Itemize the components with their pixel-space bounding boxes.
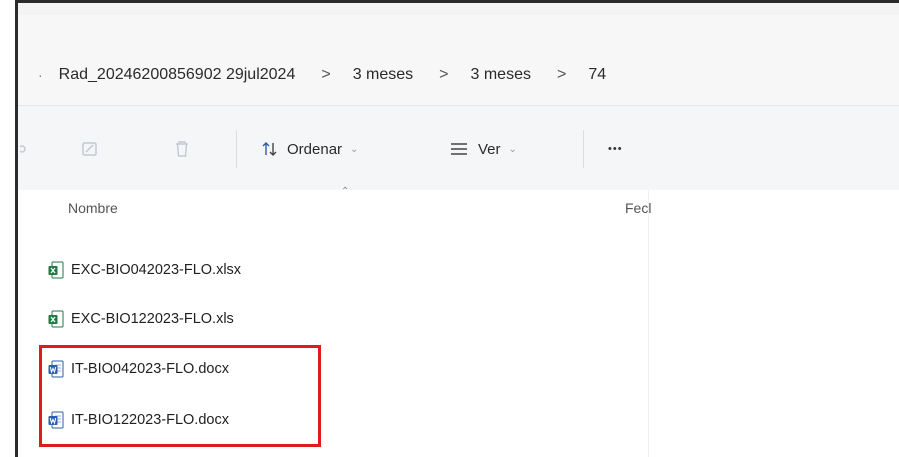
breadcrumb-item-rad[interactable]: Rad_20246200856902 29jul2024 [59, 66, 296, 84]
list-item[interactable]: EXC-BIO042023-FLO.xlsx [48, 258, 241, 282]
share-icon[interactable] [20, 136, 30, 162]
breadcrumb: · Rad_20246200856902 29jul2024 > 3 meses… [38, 63, 606, 87]
rename-icon[interactable] [80, 136, 100, 162]
breadcrumb-separator[interactable]: > [321, 66, 330, 84]
file-name: EXC-BIO042023-FLO.xlsx [71, 262, 242, 278]
breadcrumb-item-74[interactable]: 74 [588, 66, 606, 84]
title-strip [18, 3, 899, 15]
column-header-date[interactable]: Fecl [625, 200, 651, 216]
toolbar-divider [236, 130, 237, 168]
delete-icon[interactable] [173, 136, 191, 162]
list-item[interactable]: EXC-BIO122023-FLO.xls [48, 307, 234, 331]
breadcrumb-item-3-meses-sub[interactable]: 3 meses [471, 66, 531, 84]
column-divider[interactable] [648, 190, 649, 457]
sort-icon [262, 142, 277, 156]
chevron-down-icon: ⌄ [508, 143, 517, 155]
sort-ascending-icon: ⌃ [341, 186, 350, 197]
command-bar: Ordenar ⌄ Ver ⌄ ••• [18, 105, 899, 191]
view-button[interactable]: Ver ⌄ [450, 136, 517, 162]
file-name: EXC-BIO122023-FLO.xls [71, 311, 234, 327]
toolbar-divider [583, 130, 584, 168]
breadcrumb-separator[interactable]: > [439, 66, 448, 84]
breadcrumb-lead: · [38, 67, 43, 83]
excel-icon [48, 310, 64, 328]
sort-button[interactable]: Ordenar ⌄ [261, 136, 358, 162]
highlight-box [39, 345, 321, 447]
more-options-button[interactable]: ••• [608, 136, 623, 162]
view-icon [451, 143, 467, 155]
address-bar: · Rad_20246200856902 29jul2024 > 3 meses… [18, 15, 899, 105]
excel-icon [48, 261, 64, 279]
breadcrumb-item-3-meses[interactable]: 3 meses [353, 66, 413, 84]
column-header-name[interactable]: Nombre [68, 200, 118, 216]
more-icon: ••• [608, 143, 623, 155]
breadcrumb-separator[interactable]: > [557, 66, 566, 84]
sort-label: Ordenar [287, 140, 343, 158]
view-label: Ver [478, 140, 501, 158]
file-explorer-window: · Rad_20246200856902 29jul2024 > 3 meses… [15, 0, 899, 457]
file-list: ⌃ Nombre Fecl EXC-BIO042023-FLO.xlsx EXC… [18, 186, 899, 457]
chevron-down-icon: ⌄ [350, 143, 359, 155]
